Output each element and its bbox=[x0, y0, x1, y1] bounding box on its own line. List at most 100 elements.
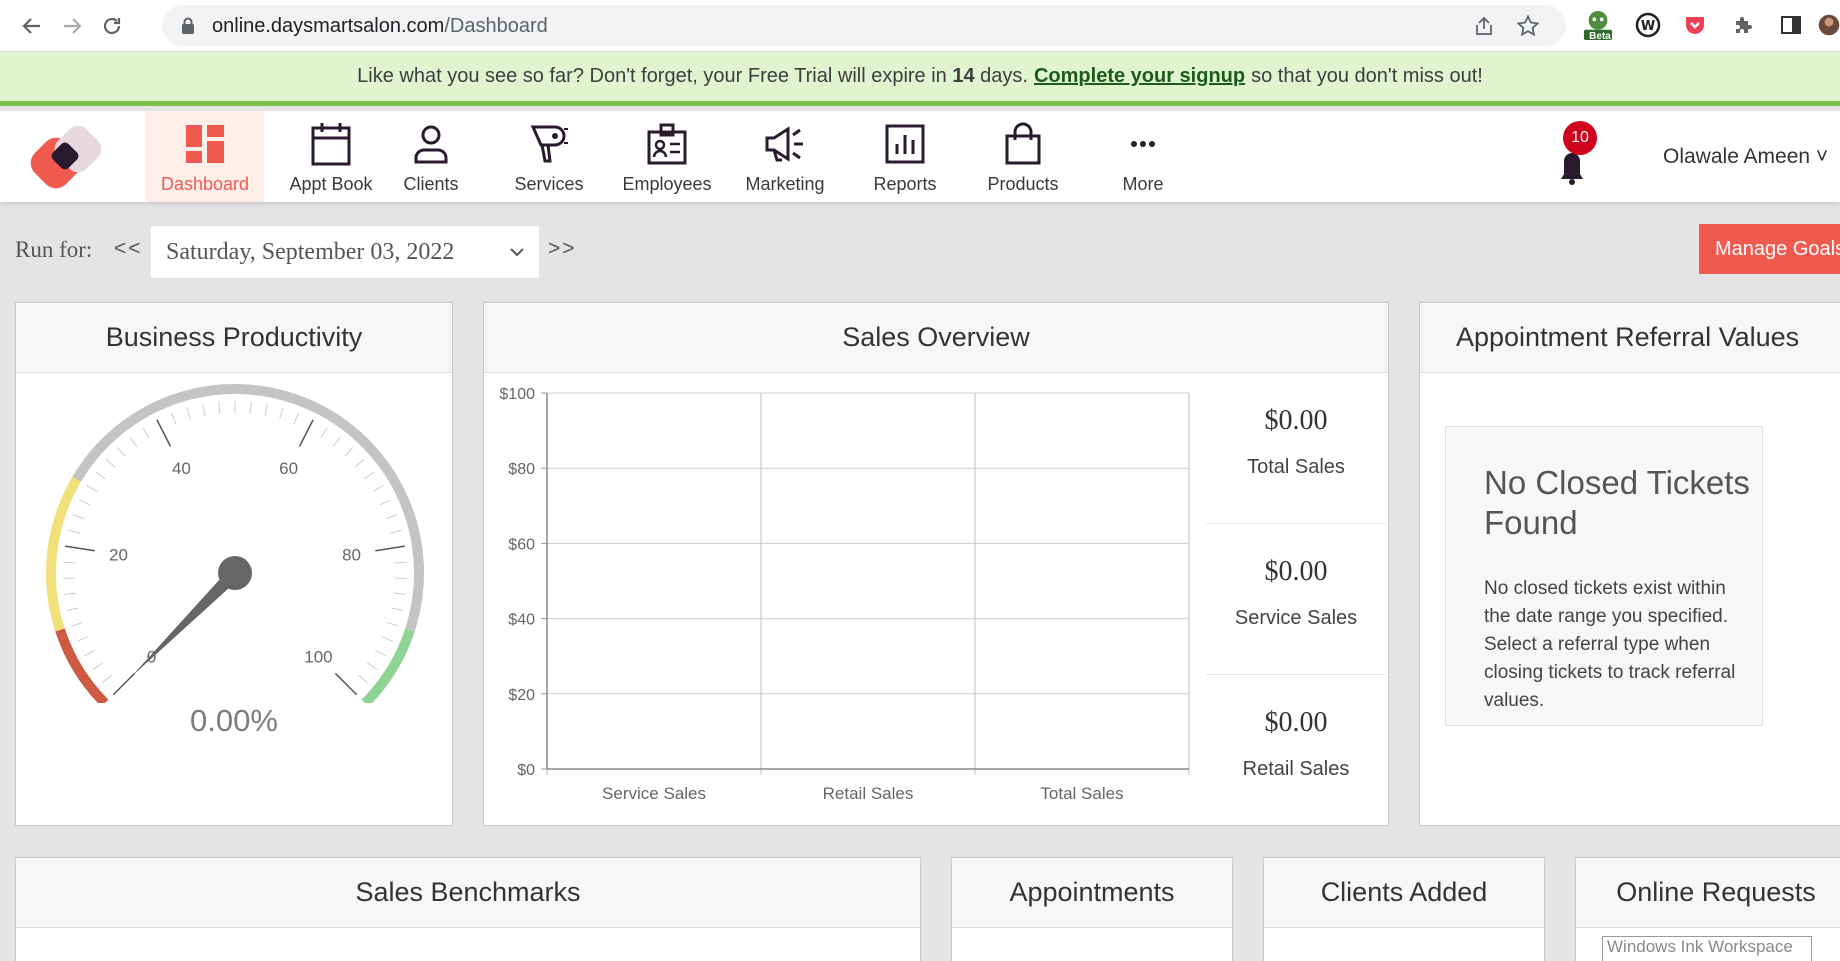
chart-x-tick-label: Service Sales bbox=[602, 784, 706, 803]
productivity-gauge: 020406080100 bbox=[46, 384, 424, 703]
stat-value: $0.00 bbox=[1264, 707, 1328, 738]
panel-title: Business Productivity bbox=[16, 303, 452, 373]
browser-toolbar: online.daysmartsalon.com/Dashboard Beta … bbox=[0, 0, 1840, 52]
sidepanel-icon[interactable] bbox=[1776, 10, 1806, 40]
gauge-tick-label: 20 bbox=[109, 546, 128, 565]
gauge-minor-tick bbox=[84, 649, 96, 657]
gauge-tick-label: 80 bbox=[342, 546, 361, 565]
gauge-minor-tick bbox=[387, 621, 399, 627]
gauge-minor-tick bbox=[72, 514, 85, 520]
total-sales-stat: $0.00 Total Sales bbox=[1206, 373, 1386, 524]
user-name: Olawale Ameen bbox=[1663, 145, 1811, 168]
nav-dashboard[interactable]: Dashboard bbox=[146, 111, 264, 202]
prev-day-button[interactable]: << bbox=[114, 237, 143, 261]
bar-chart-icon bbox=[846, 119, 964, 169]
gauge-minor-tick bbox=[116, 447, 126, 457]
business-productivity-panel: Business Productivity 020406080100 0.00% bbox=[15, 302, 453, 826]
gauge-minor-tick bbox=[385, 514, 398, 520]
empty-state-text: No closed tickets exist within the date … bbox=[1484, 578, 1736, 711]
panel-title: Sales Benchmarks bbox=[16, 858, 920, 928]
avatar[interactable] bbox=[1818, 10, 1840, 40]
hair-dryer-icon bbox=[490, 119, 608, 169]
wordpress-icon[interactable]: W bbox=[1633, 10, 1663, 40]
chart-y-tick-label: $40 bbox=[508, 612, 535, 629]
selected-date: Saturday, September 03, 2022 bbox=[166, 239, 455, 265]
shopping-bag-icon bbox=[964, 119, 1082, 169]
notification-badge: 10 bbox=[1563, 121, 1597, 155]
gauge-minor-tick bbox=[344, 447, 354, 457]
dashboard-icon bbox=[146, 119, 264, 169]
nav-services[interactable]: Services bbox=[490, 111, 608, 202]
appointment-referral-panel: Appointment Referral Values No Closed Ti… bbox=[1419, 302, 1840, 826]
retail-sales-stat: $0.00 Retail Sales bbox=[1206, 675, 1386, 826]
nav-products[interactable]: Products bbox=[964, 111, 1082, 202]
service-sales-stat: $0.00 Service Sales bbox=[1206, 524, 1386, 675]
sales-benchmarks-panel: Sales Benchmarks bbox=[15, 857, 921, 961]
gauge-tick-label: 40 bbox=[172, 459, 191, 478]
gauge-minor-tick bbox=[391, 607, 403, 612]
nav-employees[interactable]: Employees bbox=[608, 111, 726, 202]
share-icon[interactable] bbox=[1472, 14, 1496, 38]
empty-state: No Closed Tickets Found No closed ticket… bbox=[1445, 426, 1763, 726]
app-header: Dashboard Appt Book Clients Services Emp… bbox=[0, 111, 1840, 202]
banner-text: Like what you see so far? Don't forget, … bbox=[357, 65, 947, 87]
gauge-minor-tick bbox=[279, 407, 284, 420]
gauge-minor-tick bbox=[171, 412, 177, 425]
gauge-minor-tick bbox=[320, 427, 328, 439]
stat-label: Service Sales bbox=[1234, 607, 1358, 629]
nav-more[interactable]: More bbox=[1084, 111, 1202, 202]
url-text: online.daysmartsalon.com/Dashboard bbox=[212, 15, 548, 37]
gauge-minor-tick bbox=[293, 412, 299, 425]
stat-value: $0.00 bbox=[1264, 556, 1328, 587]
panel-title: Appointment Referral Values bbox=[1420, 303, 1840, 373]
chart-y-tick-label: $20 bbox=[508, 687, 535, 704]
nav-label: Products bbox=[987, 174, 1059, 194]
stat-value: $0.00 bbox=[1264, 405, 1328, 436]
lock-icon[interactable] bbox=[176, 14, 200, 38]
nav-label: Services bbox=[514, 174, 584, 194]
gauge-band-yellow bbox=[46, 476, 81, 632]
chart-x-tick-label: Retail Sales bbox=[823, 784, 914, 803]
stat-label: Total Sales bbox=[1247, 456, 1345, 478]
svg-text:W: W bbox=[1641, 19, 1655, 34]
daysmart-logo[interactable] bbox=[26, 121, 112, 199]
date-picker[interactable]: Saturday, September 03, 2022 bbox=[150, 225, 540, 279]
sales-overview-panel: Sales Overview $0 $20 $40 $60 $80 $100 Servic… bbox=[483, 302, 1389, 826]
gauge-minor-tick bbox=[105, 458, 116, 468]
chart-y-tick-label: $60 bbox=[508, 536, 535, 553]
gauge-minor-tick bbox=[142, 427, 150, 439]
chart-y-tick-label: $0 bbox=[517, 762, 535, 779]
forward-icon[interactable] bbox=[58, 12, 86, 40]
megaphone-icon bbox=[726, 119, 844, 169]
back-icon[interactable] bbox=[18, 12, 46, 40]
nav-label: Employees bbox=[622, 174, 712, 194]
gauge-tick-label: 100 bbox=[304, 647, 332, 666]
reload-icon[interactable] bbox=[98, 12, 126, 40]
banner-days-text: days. bbox=[980, 65, 1028, 87]
manage-goals-button[interactable]: Manage Goals bbox=[1699, 224, 1840, 274]
chart-x-tick-label: Total Sales bbox=[1040, 784, 1123, 803]
sales-chart: $0 $20 $40 $60 $80 $100 Service Sales Retail S… bbox=[499, 386, 1190, 803]
next-day-button[interactable]: >> bbox=[548, 237, 577, 261]
panel-title: Appointments bbox=[952, 858, 1232, 928]
run-for-label: Run for: bbox=[15, 237, 93, 262]
complete-signup-link[interactable]: Complete your signup bbox=[1034, 65, 1245, 88]
stat-label: Retail Sales bbox=[1242, 758, 1350, 780]
nav-reports[interactable]: Reports bbox=[846, 111, 964, 202]
gauge-minor-tick bbox=[63, 561, 76, 564]
gauge-major-tick bbox=[156, 419, 172, 447]
user-menu[interactable]: Olawale Ameen ˅ bbox=[1663, 145, 1828, 169]
gauge-minor-tick bbox=[95, 471, 106, 480]
trial-banner: Like what you see so far? Don't forget, … bbox=[0, 52, 1840, 106]
nav-clients[interactable]: Clients bbox=[372, 111, 490, 202]
pocket-icon[interactable] bbox=[1680, 10, 1710, 40]
star-icon[interactable] bbox=[1516, 14, 1540, 38]
nav-marketing[interactable]: Marketing bbox=[726, 111, 844, 202]
puzzle-icon[interactable] bbox=[1728, 10, 1758, 40]
beta-extension-icon[interactable]: Beta bbox=[1583, 10, 1613, 42]
address-bar[interactable]: online.daysmartsalon.com/Dashboard bbox=[162, 5, 1566, 46]
nav-label: Marketing bbox=[745, 174, 825, 194]
chart-y-tick-label: $100 bbox=[499, 386, 535, 403]
nav-label: Dashboard bbox=[160, 174, 250, 194]
gauge-major-tick bbox=[334, 672, 358, 696]
